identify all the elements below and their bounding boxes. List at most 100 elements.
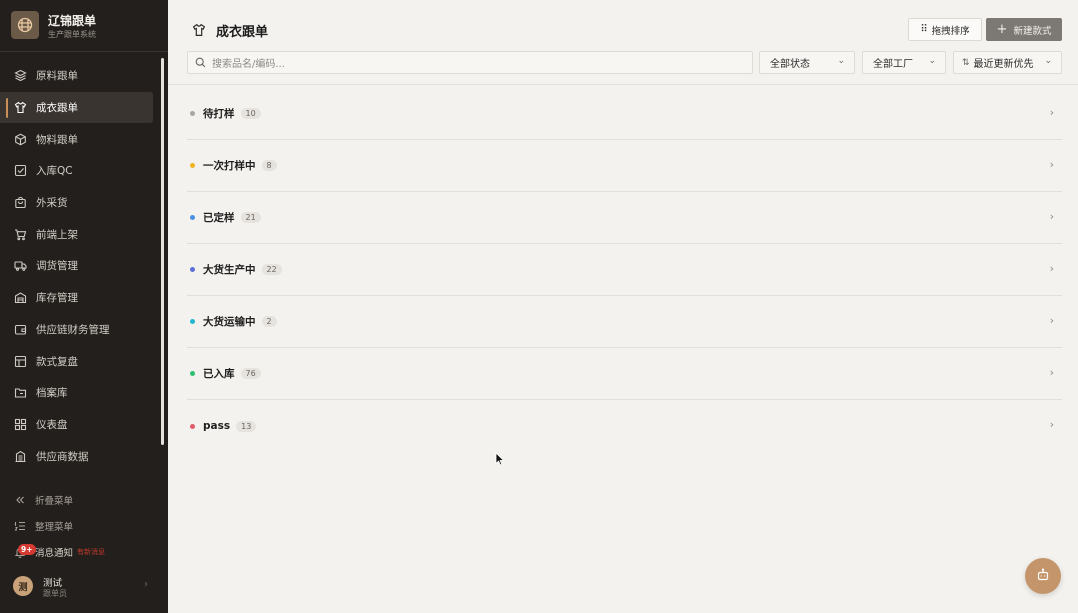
chevron-right-icon: › bbox=[1049, 210, 1054, 223]
user-name: 测试 bbox=[43, 578, 63, 589]
search-input[interactable]: 搜索品名/编码... bbox=[187, 51, 753, 74]
sidebar-item-archive[interactable]: 档案库 bbox=[0, 377, 168, 409]
list-sort-icon bbox=[14, 520, 26, 532]
chevron-down-icon: ⌄ bbox=[1044, 56, 1052, 66]
factory-filter-select[interactable]: 全部工厂 ⌄ bbox=[862, 51, 946, 74]
sidebar-item-label: 原料跟单 bbox=[36, 70, 78, 83]
search-placeholder: 搜索品名/编码... bbox=[212, 59, 285, 70]
sidebar-item-label: 款式复盘 bbox=[36, 355, 78, 368]
building-icon bbox=[14, 450, 27, 463]
status-group-bulk-production[interactable]: 大货生产中 22 › bbox=[187, 244, 1062, 296]
status-dot bbox=[190, 111, 195, 116]
status-dot bbox=[190, 319, 195, 324]
sort-order-select[interactable]: ⇅ 最近更新优先 ⌄ bbox=[953, 51, 1062, 74]
sidebar-item-label: 前端上架 bbox=[36, 228, 78, 241]
drag-sort-button[interactable]: ⠿ 拖拽排序 bbox=[908, 18, 982, 41]
chevron-right-icon: › bbox=[1049, 158, 1054, 171]
brand[interactable]: 辽锦跟单 生产跟单系统 bbox=[0, 0, 168, 52]
chevron-down-icon: ⌄ bbox=[928, 56, 936, 66]
status-group-label: 大货生产中 bbox=[203, 264, 256, 276]
status-group-first-sampling[interactable]: 一次打样中 8 › bbox=[187, 140, 1062, 192]
layers-icon bbox=[14, 69, 27, 82]
folder-icon bbox=[14, 386, 27, 399]
status-group-label: 一次打样中 bbox=[203, 160, 256, 172]
sidebar-item-supplier-data[interactable]: 供应商数据 bbox=[0, 440, 168, 472]
status-group-count: 8 bbox=[261, 160, 277, 171]
new-style-button[interactable]: + 新建款式 bbox=[986, 18, 1062, 41]
status-dot bbox=[190, 267, 195, 272]
status-group-sample-confirmed[interactable]: 已定样 21 › bbox=[187, 192, 1062, 244]
sidebar-item-qc[interactable]: 入库QC bbox=[0, 155, 168, 187]
status-filter-select[interactable]: 全部状态 ⌄ bbox=[759, 51, 855, 74]
organize-menu-button[interactable]: 整理菜单 bbox=[0, 513, 168, 539]
brand-title: 辽锦跟单 bbox=[48, 14, 97, 28]
sidebar-item-label: 入库QC bbox=[36, 165, 73, 178]
mouse-cursor-icon bbox=[495, 452, 504, 466]
sidebar-item-transfer[interactable]: 调货管理 bbox=[0, 250, 168, 282]
status-dot bbox=[190, 423, 195, 429]
sidebar-scrollbar[interactable] bbox=[161, 58, 164, 445]
sidebar-item-label: 外采货 bbox=[36, 197, 68, 210]
search-icon bbox=[195, 57, 206, 68]
user-profile[interactable]: 测 测试 跟单员 › bbox=[0, 568, 168, 604]
sidebar-item-finance[interactable]: 供应链财务管理 bbox=[0, 314, 168, 346]
sidebar-item-style-review[interactable]: 款式复盘 bbox=[0, 345, 168, 377]
sidebar-item-label: 供应链财务管理 bbox=[36, 323, 110, 336]
status-group-label: 大货运输中 bbox=[203, 316, 256, 328]
chevron-right-icon: › bbox=[1049, 314, 1054, 327]
status-group-warehoused[interactable]: 已入库 76 › bbox=[187, 348, 1062, 400]
sidebar-item-label: 仪表盘 bbox=[36, 418, 68, 431]
assistant-bot-button[interactable] bbox=[1025, 558, 1061, 594]
status-filter-value: 全部状态 bbox=[770, 59, 810, 70]
collapse-menu-button[interactable]: 折叠菜单 bbox=[0, 487, 168, 513]
user-role: 跟单员 bbox=[43, 589, 67, 598]
chevron-down-icon: ⌄ bbox=[837, 56, 845, 66]
status-group-count: 10 bbox=[240, 108, 261, 119]
sidebar-item-material[interactable]: 物料跟单 bbox=[0, 123, 168, 155]
status-group-label: 待打样 bbox=[203, 108, 235, 120]
sidebar: 辽锦跟单 生产跟单系统 原料跟单 成衣跟单 物料跟单 入库QC 外采货 前端上架 bbox=[0, 0, 168, 613]
sidebar-item-label: 物料跟单 bbox=[36, 133, 78, 146]
warehouse-icon bbox=[14, 291, 27, 304]
sidebar-item-outsourcing[interactable]: 外采货 bbox=[0, 187, 168, 219]
avatar: 测 bbox=[13, 576, 33, 596]
status-group-pass[interactable]: pass 13 › bbox=[187, 400, 1062, 452]
chevron-right-icon: › bbox=[1049, 262, 1054, 275]
drag-handle-icon: ⠿ bbox=[920, 24, 927, 35]
sidebar-nav: 原料跟单 成衣跟单 物料跟单 入库QC 外采货 前端上架 调货管理 库存管理 供… bbox=[0, 60, 168, 472]
status-dot bbox=[190, 371, 195, 376]
check-square-icon bbox=[14, 164, 27, 177]
status-group-label: 已定样 bbox=[203, 212, 235, 224]
dashboard-icon bbox=[14, 418, 27, 431]
brand-logo-icon bbox=[11, 11, 39, 39]
sort-arrows-icon: ⇅ bbox=[962, 57, 970, 68]
status-group-count: 21 bbox=[240, 212, 261, 223]
factory-filter-value: 全部工厂 bbox=[873, 59, 913, 70]
sidebar-item-dashboard[interactable]: 仪表盘 bbox=[0, 409, 168, 441]
sidebar-item-label: 成衣跟单 bbox=[36, 102, 78, 115]
organize-menu-label: 整理菜单 bbox=[35, 522, 74, 533]
sidebar-item-inventory[interactable]: 库存管理 bbox=[0, 282, 168, 314]
sidebar-item-garment[interactable]: 成衣跟单 bbox=[0, 91, 153, 124]
status-dot bbox=[190, 163, 195, 168]
drag-sort-label: 拖拽排序 bbox=[931, 25, 970, 37]
wallet-icon bbox=[14, 323, 27, 336]
sort-order-value: 最近更新优先 bbox=[973, 59, 1034, 70]
chevron-right-icon: › bbox=[1049, 106, 1054, 119]
chevron-right-icon: › bbox=[1049, 366, 1054, 379]
status-group-count: 76 bbox=[240, 368, 261, 379]
main-content: 成衣跟单 ⠿ 拖拽排序 + 新建款式 搜索品名/编码... 全部状态 ⌄ 全部工… bbox=[168, 0, 1078, 613]
sidebar-item-raw-material[interactable]: 原料跟单 bbox=[0, 60, 168, 92]
status-group-list: 待打样 10 › 一次打样中 8 › 已定样 21 › 大货生产中 22 › 大… bbox=[187, 88, 1062, 452]
double-chevron-left-icon bbox=[14, 494, 26, 506]
sidebar-item-label: 供应商数据 bbox=[36, 450, 89, 463]
status-group-pending-sample[interactable]: 待打样 10 › bbox=[187, 88, 1062, 140]
shirt-icon bbox=[192, 22, 206, 36]
sidebar-item-label: 库存管理 bbox=[36, 292, 78, 305]
notification-count-badge: 9+ bbox=[18, 544, 36, 555]
status-group-bulk-shipping[interactable]: 大货运输中 2 › bbox=[187, 296, 1062, 348]
chevron-right-icon: › bbox=[144, 579, 148, 590]
page-title: 成衣跟单 bbox=[216, 25, 269, 40]
sidebar-item-listing[interactable]: 前端上架 bbox=[0, 218, 168, 250]
notifications-label: 消息通知 bbox=[35, 548, 74, 559]
